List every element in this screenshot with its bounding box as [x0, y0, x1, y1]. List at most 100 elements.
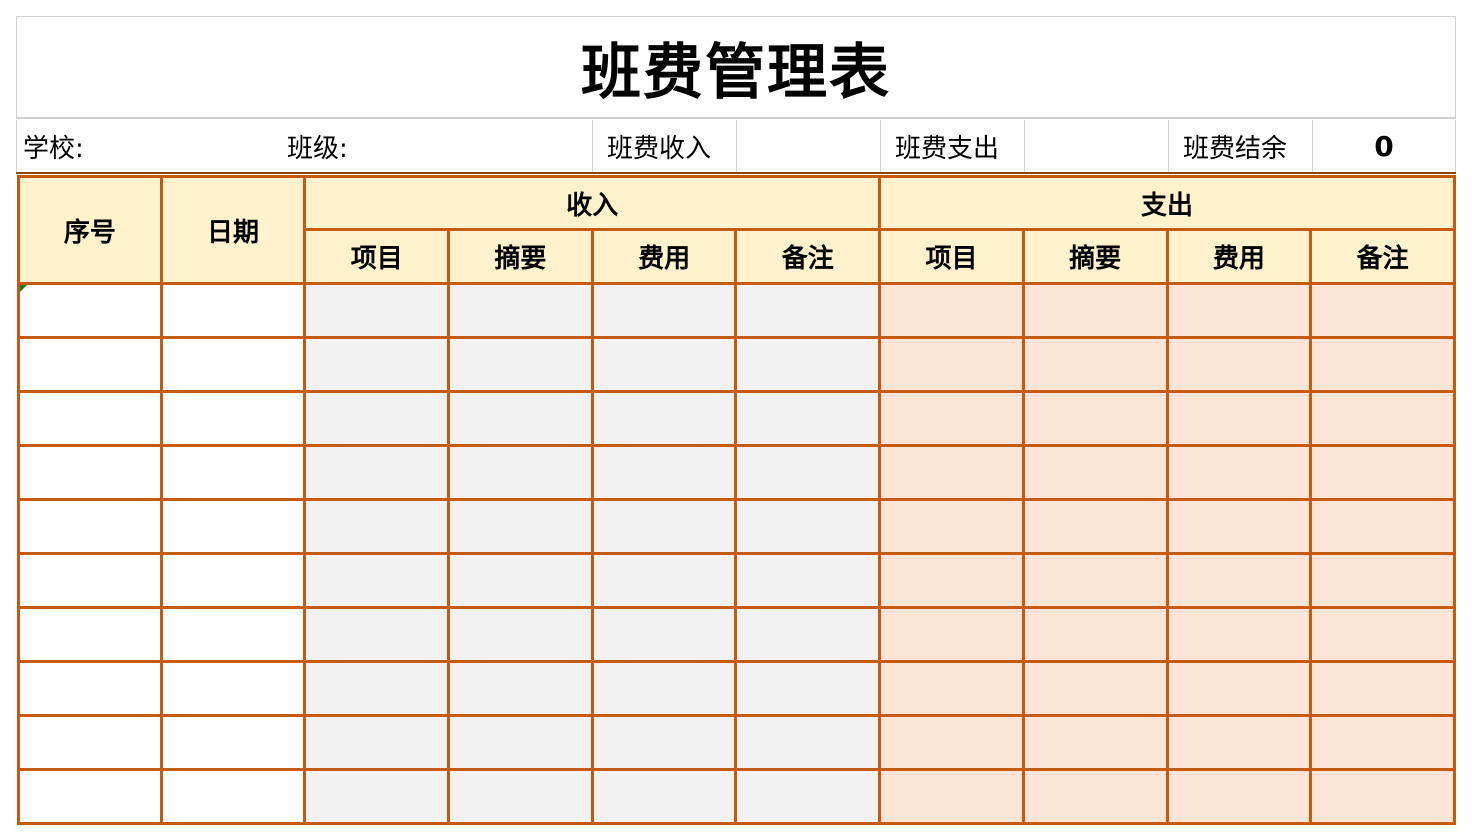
cell-income-note[interactable]: [734, 498, 882, 555]
cell-income-item[interactable]: [303, 390, 451, 447]
class-label[interactable]: 班级:: [287, 120, 587, 172]
cell-expense-note[interactable]: [1309, 552, 1456, 609]
cell-income-amount[interactable]: [590, 768, 738, 825]
header-date[interactable]: 日期: [159, 175, 307, 285]
cell-index[interactable]: [17, 552, 163, 609]
cell-expense-summary[interactable]: [1021, 336, 1169, 393]
cell-expense-item[interactable]: [878, 660, 1025, 717]
cell-expense-summary[interactable]: [1021, 768, 1169, 825]
cell-income-note[interactable]: [734, 714, 882, 771]
cell-expense-amount[interactable]: [1165, 660, 1313, 717]
header-expense-amount[interactable]: 费用: [1165, 228, 1313, 285]
cell-expense-item[interactable]: [878, 552, 1025, 609]
cell-date[interactable]: [159, 444, 307, 501]
cell-income-amount[interactable]: [590, 282, 738, 339]
cell-income-amount[interactable]: [590, 714, 738, 771]
cell-income-summary[interactable]: [447, 282, 594, 339]
header-income-amount[interactable]: 费用: [590, 228, 738, 285]
cell-expense-note[interactable]: [1309, 660, 1456, 717]
cell-date[interactable]: [159, 606, 307, 663]
cell-expense-item[interactable]: [878, 282, 1025, 339]
header-expense-group[interactable]: 支出: [878, 175, 1456, 231]
cell-expense-item[interactable]: [878, 498, 1025, 555]
cell-income-summary[interactable]: [447, 606, 594, 663]
cell-income-note[interactable]: [734, 768, 882, 825]
cell-income-item[interactable]: [303, 660, 451, 717]
cell-expense-note[interactable]: [1309, 714, 1456, 771]
cell-date[interactable]: [159, 390, 307, 447]
cell-index[interactable]: [17, 768, 163, 825]
cell-income-amount[interactable]: [590, 498, 738, 555]
cell-income-amount[interactable]: [590, 390, 738, 447]
expense-total-label[interactable]: 班费支出: [880, 120, 1024, 172]
cell-income-summary[interactable]: [447, 768, 594, 825]
cell-income-item[interactable]: [303, 444, 451, 501]
cell-expense-amount[interactable]: [1165, 768, 1313, 825]
cell-expense-summary[interactable]: [1021, 444, 1169, 501]
cell-income-summary[interactable]: [447, 444, 594, 501]
header-expense-summary[interactable]: 摘要: [1021, 228, 1169, 285]
cell-date[interactable]: [159, 660, 307, 717]
cell-expense-amount[interactable]: [1165, 714, 1313, 771]
cell-income-summary[interactable]: [447, 390, 594, 447]
balance-value[interactable]: 0: [1312, 120, 1455, 172]
cell-expense-note[interactable]: [1309, 606, 1456, 663]
cell-expense-summary[interactable]: [1021, 660, 1169, 717]
cell-income-note[interactable]: [734, 552, 882, 609]
cell-expense-item[interactable]: [878, 444, 1025, 501]
cell-income-item[interactable]: [303, 282, 451, 339]
cell-income-note[interactable]: [734, 336, 882, 393]
cell-expense-note[interactable]: [1309, 390, 1456, 447]
cell-index[interactable]: [17, 498, 163, 555]
header-income-group[interactable]: 收入: [303, 175, 882, 231]
cell-date[interactable]: [159, 768, 307, 825]
cell-expense-item[interactable]: [878, 714, 1025, 771]
cell-income-summary[interactable]: [447, 336, 594, 393]
cell-expense-item[interactable]: [878, 606, 1025, 663]
cell-expense-amount[interactable]: [1165, 444, 1313, 501]
cell-income-note[interactable]: [734, 660, 882, 717]
cell-income-note[interactable]: [734, 606, 882, 663]
cell-expense-note[interactable]: [1309, 498, 1456, 555]
cell-expense-note[interactable]: [1309, 336, 1456, 393]
cell-expense-note[interactable]: [1309, 768, 1456, 825]
cell-index[interactable]: [17, 606, 163, 663]
cell-income-summary[interactable]: [447, 498, 594, 555]
expense-total-value[interactable]: [1024, 120, 1168, 172]
cell-income-note[interactable]: [734, 390, 882, 447]
header-income-note[interactable]: 备注: [734, 228, 882, 285]
header-expense-item[interactable]: 项目: [878, 228, 1025, 285]
cell-index[interactable]: [17, 714, 163, 771]
cell-expense-item[interactable]: [878, 390, 1025, 447]
header-index[interactable]: 序号: [17, 175, 163, 285]
cell-expense-amount[interactable]: [1165, 390, 1313, 447]
header-income-item[interactable]: 项目: [303, 228, 451, 285]
cell-income-note[interactable]: [734, 444, 882, 501]
cell-income-summary[interactable]: [447, 660, 594, 717]
cell-expense-item[interactable]: [878, 768, 1025, 825]
cell-income-amount[interactable]: [590, 552, 738, 609]
header-income-summary[interactable]: 摘要: [447, 228, 594, 285]
cell-date[interactable]: [159, 552, 307, 609]
cell-expense-note[interactable]: [1309, 444, 1456, 501]
cell-income-item[interactable]: [303, 714, 451, 771]
cell-expense-summary[interactable]: [1021, 498, 1169, 555]
cell-expense-summary[interactable]: [1021, 552, 1169, 609]
cell-income-item[interactable]: [303, 336, 451, 393]
cell-index[interactable]: [17, 336, 163, 393]
cell-index[interactable]: [17, 660, 163, 717]
cell-expense-item[interactable]: [878, 336, 1025, 393]
cell-expense-amount[interactable]: [1165, 498, 1313, 555]
income-total-value[interactable]: [736, 120, 880, 172]
school-label[interactable]: 学校:: [23, 120, 283, 172]
cell-date[interactable]: [159, 336, 307, 393]
cell-expense-amount[interactable]: [1165, 552, 1313, 609]
cell-income-amount[interactable]: [590, 660, 738, 717]
cell-income-item[interactable]: [303, 606, 451, 663]
cell-expense-summary[interactable]: [1021, 606, 1169, 663]
cell-expense-summary[interactable]: [1021, 390, 1169, 447]
cell-income-note[interactable]: [734, 282, 882, 339]
balance-label[interactable]: 班费结余: [1168, 120, 1312, 172]
title-cell[interactable]: 班费管理表: [16, 16, 1456, 119]
cell-income-amount[interactable]: [590, 444, 738, 501]
